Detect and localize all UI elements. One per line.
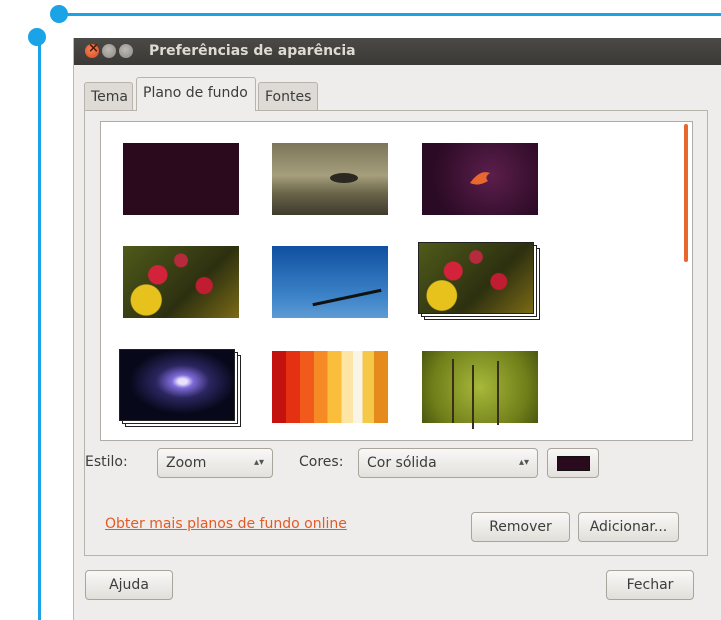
color-picker-button[interactable] (547, 448, 599, 478)
colors-combo-value: Cor sólida (367, 455, 437, 471)
wallpaper-slideshow-thumbnail[interactable] (119, 349, 241, 427)
callout-line-horizontal (60, 13, 721, 16)
style-combo-value: Zoom (166, 455, 207, 471)
tab-fontes[interactable]: Fontes (258, 82, 318, 110)
tab-tema[interactable]: Tema (84, 82, 133, 110)
wallpaper-thumbnail[interactable] (272, 143, 388, 215)
scrollbar[interactable] (684, 124, 688, 262)
add-button[interactable]: Adicionar... (578, 512, 679, 542)
tab-plano-de-fundo[interactable]: Plano de fundo (136, 77, 256, 111)
colors-label: Cores: (299, 454, 344, 470)
close-window-icon[interactable] (85, 41, 99, 58)
wallpaper-thumbnail[interactable] (123, 246, 239, 318)
colors-combo[interactable]: Cor sólida ▴▾ (358, 448, 538, 478)
background-tab-panel (84, 110, 708, 556)
minimize-window-icon[interactable] (102, 44, 116, 58)
color-swatch (557, 456, 590, 471)
titlebar: Preferências de aparência (74, 38, 721, 65)
style-combo[interactable]: Zoom ▴▾ (157, 448, 273, 478)
window-title: Preferências de aparência (149, 43, 356, 59)
callout-line-vertical (38, 38, 41, 620)
combo-arrows-icon: ▴▾ (518, 457, 529, 468)
combo-arrows-icon: ▴▾ (253, 457, 264, 468)
wallpaper-thumbnail[interactable] (422, 351, 538, 423)
remove-button[interactable]: Remover (471, 512, 570, 542)
close-button[interactable]: Fechar (606, 570, 694, 600)
maximize-window-icon[interactable] (119, 44, 133, 58)
get-more-backgrounds-link[interactable]: Obter mais planos de fundo online (105, 516, 347, 532)
wallpaper-thumbnail[interactable] (272, 351, 388, 423)
wallpaper-thumbnail[interactable] (422, 143, 538, 215)
help-button[interactable]: Ajuda (85, 570, 173, 600)
style-label: Estilo: (85, 454, 128, 470)
wallpaper-thumbnail[interactable] (123, 143, 239, 215)
callout-dot-left (28, 28, 46, 46)
bird-icon (470, 172, 490, 185)
wallpaper-thumbnail[interactable] (272, 246, 388, 318)
appearance-preferences-window: Preferências de aparência Tema Plano de … (73, 38, 721, 620)
callout-dot-top (50, 5, 68, 23)
wallpaper-slideshow-thumbnail[interactable] (418, 242, 540, 320)
wallpaper-icon-view[interactable] (100, 121, 693, 441)
